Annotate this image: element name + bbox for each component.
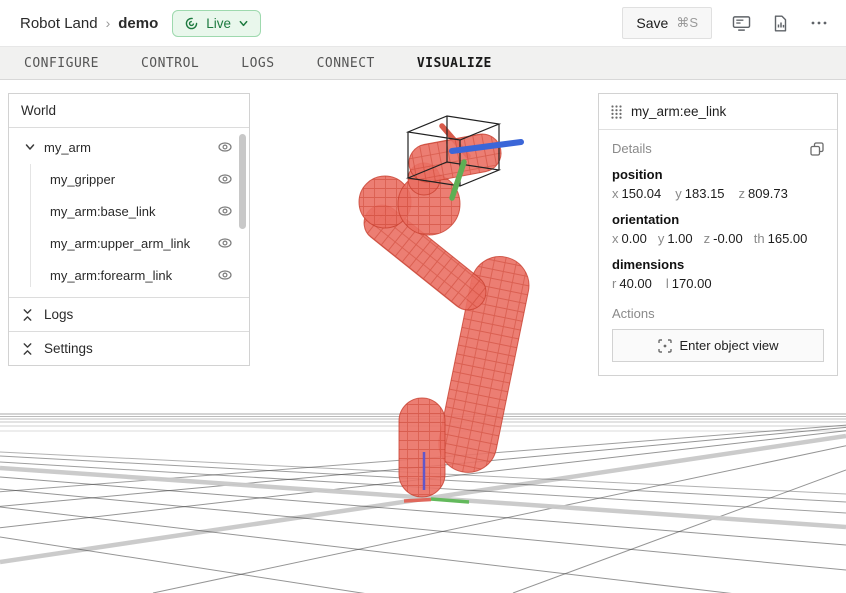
tree-item-base-link[interactable]: my_arm:base_link — [9, 195, 249, 227]
logs-section-header[interactable]: Logs — [9, 298, 249, 331]
tree-item-label: my_arm — [44, 140, 91, 155]
tab-configure[interactable]: CONFIGURE — [24, 56, 99, 71]
nav-tab-bar: CONFIGURE CONTROL LOGS CONNECT VISUALIZE — [0, 46, 846, 80]
orientation-label: orientation — [612, 212, 824, 227]
copy-icon[interactable] — [810, 142, 824, 156]
robot-base-link[interactable] — [399, 398, 445, 497]
position-label: position — [612, 167, 824, 182]
visualize-3d-viewport[interactable]: .gfill { fill:#ea7064; fill-opacity:.9; … — [0, 80, 846, 593]
drag-handle-icon[interactable] — [611, 105, 622, 119]
dimensions-label: dimensions — [612, 257, 824, 272]
visibility-eye-icon[interactable] — [217, 235, 233, 251]
settings-section-header[interactable]: Settings — [9, 331, 249, 365]
save-button[interactable]: Save ⌘S — [622, 7, 712, 39]
visibility-eye-icon[interactable] — [217, 203, 233, 219]
live-status-dropdown[interactable]: Live — [172, 10, 261, 37]
tree-item-label: my_arm:upper_arm_link — [50, 236, 190, 251]
robot-arm[interactable] — [357, 116, 534, 502]
tree-item-my-arm[interactable]: my_arm — [9, 131, 249, 163]
visibility-eye-icon[interactable] — [217, 171, 233, 187]
tree-scrollbar[interactable] — [239, 134, 246, 229]
orientation-block: orientation x0.00 y1.00 z-0.00 th165.00 — [612, 212, 824, 246]
world-panel: World my_arm my_gripper my_arm:base_li — [8, 93, 250, 366]
settings-section-label: Settings — [44, 341, 93, 356]
position-y: y183.15 — [675, 186, 724, 201]
tab-connect[interactable]: CONNECT — [317, 56, 375, 71]
visibility-eye-icon[interactable] — [217, 139, 233, 155]
chevron-down-icon[interactable] — [24, 141, 36, 153]
tab-logs[interactable]: LOGS — [241, 56, 274, 71]
more-options-icon[interactable] — [808, 18, 830, 28]
orientation-y: y1.00 — [658, 231, 693, 246]
object-details-panel: my_arm:ee_link Details position x150.04 … — [598, 93, 838, 376]
world-tree: my_arm my_gripper my_arm:base_link my_ar… — [9, 128, 249, 298]
world-panel-title: World — [9, 94, 249, 128]
enter-object-view-button[interactable]: Enter object view — [612, 329, 824, 362]
tree-item-label: my_arm:base_link — [50, 204, 156, 219]
position-block: position x150.04 y183.15 z809.73 — [612, 167, 824, 201]
details-section-title: Details — [612, 141, 652, 156]
enter-object-view-label: Enter object view — [680, 338, 779, 353]
live-signal-icon — [184, 16, 199, 31]
tab-control[interactable]: CONTROL — [141, 56, 199, 71]
position-z: z809.73 — [739, 186, 788, 201]
data-report-icon[interactable] — [771, 13, 790, 34]
dimensions-r: r40.00 — [612, 276, 652, 291]
breadcrumb-current: demo — [118, 15, 158, 32]
collapse-icon — [21, 342, 34, 356]
dimensions-l: l170.00 — [666, 276, 712, 291]
details-panel-header: my_arm:ee_link — [599, 94, 837, 130]
position-x: x150.04 — [612, 186, 661, 201]
breadcrumb: Robot Land › demo — [20, 15, 158, 32]
breadcrumb-root[interactable]: Robot Land — [20, 15, 98, 32]
top-bar: Robot Land › demo Live Save ⌘S — [0, 0, 846, 46]
tree-item-label: my_arm:forearm_link — [50, 268, 172, 283]
breadcrumb-separator: › — [106, 15, 111, 31]
actions-label: Actions — [612, 306, 824, 321]
tree-item-forearm-link[interactable]: my_arm:forearm_link — [9, 259, 249, 291]
orientation-x: x0.00 — [612, 231, 647, 246]
dimensions-block: dimensions r40.00 l170.00 — [612, 257, 824, 291]
tab-visualize[interactable]: VISUALIZE — [417, 56, 492, 71]
origin-axis-x-red — [404, 500, 431, 502]
save-label: Save — [636, 15, 668, 31]
save-shortcut: ⌘S — [676, 15, 698, 31]
orientation-z: z-0.00 — [704, 231, 743, 246]
live-label: Live — [206, 16, 231, 31]
selected-object-title: my_arm:ee_link — [631, 104, 726, 119]
collapse-icon — [21, 308, 34, 322]
chevron-down-icon — [238, 18, 249, 29]
tree-item-upper-arm-link[interactable]: my_arm:upper_arm_link — [9, 227, 249, 259]
remote-control-icon[interactable] — [730, 13, 753, 34]
focus-icon — [658, 339, 672, 353]
tree-item-label: my_gripper — [50, 172, 115, 187]
tree-item-my-gripper[interactable]: my_gripper — [9, 163, 249, 195]
orientation-th: th165.00 — [754, 231, 808, 246]
logs-section-label: Logs — [44, 307, 73, 322]
visibility-eye-icon[interactable] — [217, 267, 233, 283]
